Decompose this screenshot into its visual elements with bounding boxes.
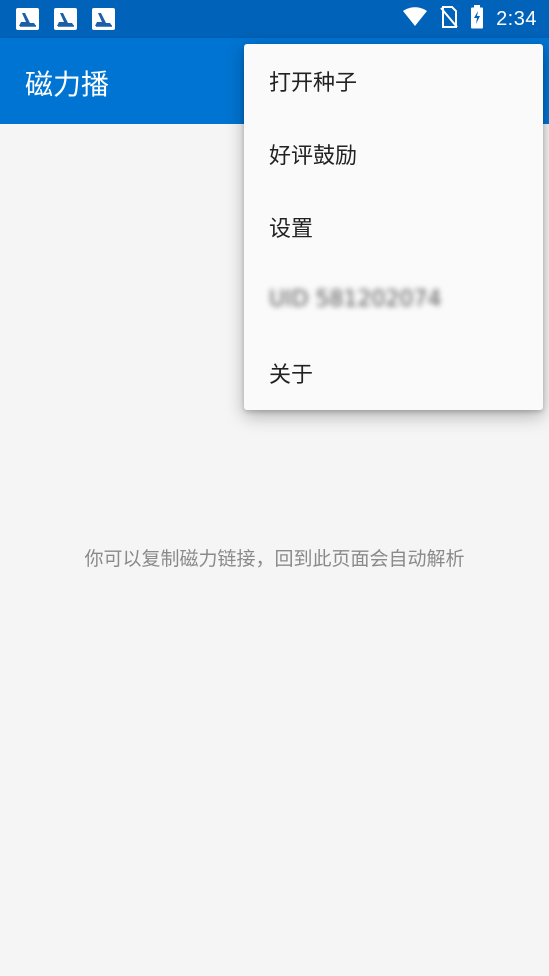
menu-item-label: UID 581202074 [269, 287, 442, 312]
overflow-menu: 打开种子 好评鼓励 设置 UID 581202074 关于 [244, 44, 543, 410]
app-notification-icon [54, 8, 77, 30]
wifi-icon [402, 7, 428, 31]
empty-hint-text: 你可以复制磁力链接，回到此页面会自动解析 [84, 548, 465, 570]
menu-item-open-torrent[interactable]: 打开种子 [244, 44, 543, 117]
no-sim-icon [440, 6, 458, 32]
menu-item-uid[interactable]: UID 581202074 [244, 263, 543, 336]
menu-item-label: 关于 [269, 362, 314, 388]
menu-item-label: 设置 [269, 216, 314, 242]
status-time: 2:34 [496, 7, 537, 30]
battery-charging-icon [470, 5, 484, 33]
app-notification-icon [16, 8, 39, 30]
menu-item-label: 打开种子 [269, 70, 358, 96]
system-status: 2:34 [402, 5, 537, 33]
app-notification-icon [92, 8, 115, 30]
menu-item-about[interactable]: 关于 [244, 336, 543, 409]
menu-item-label: 好评鼓励 [269, 143, 358, 169]
notification-icons [16, 8, 115, 30]
status-bar: 2:34 [0, 0, 549, 38]
menu-item-rate-app[interactable]: 好评鼓励 [244, 117, 543, 190]
app-title: 磁力播 [25, 68, 110, 101]
menu-item-settings[interactable]: 设置 [244, 190, 543, 263]
